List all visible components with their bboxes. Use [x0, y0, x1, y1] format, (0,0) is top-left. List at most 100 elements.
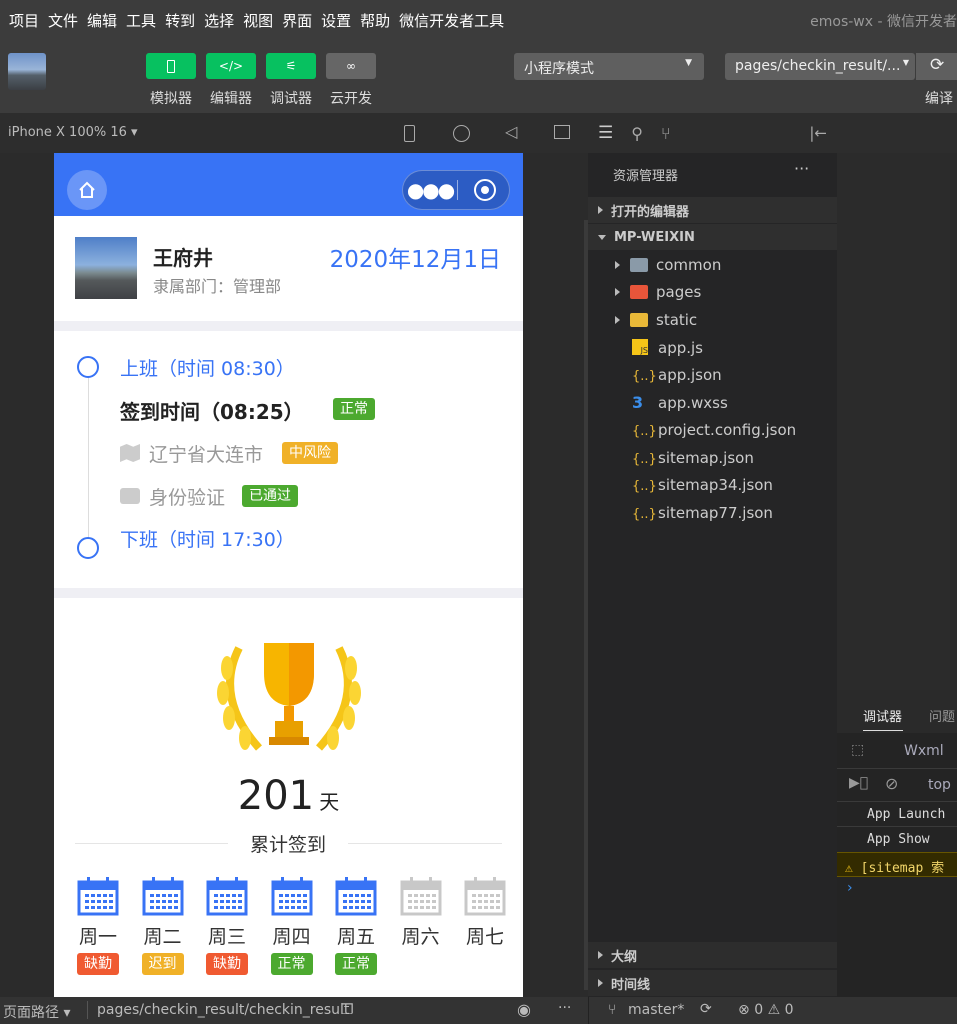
editor-button[interactable]: </>: [206, 53, 256, 79]
more-icon[interactable]: ···: [558, 1000, 571, 1016]
tab-wxml[interactable]: Wxml: [904, 743, 944, 759]
search-icon[interactable]: ⚲: [631, 124, 643, 143]
active-tab-underline: [863, 730, 903, 731]
file-name: sitemap.json: [658, 448, 754, 467]
project-avatar[interactable]: [8, 53, 46, 90]
tree-file[interactable]: {..} sitemap77.json: [588, 499, 837, 526]
git-branch-icon[interactable]: ⑂: [661, 124, 671, 143]
menu-project[interactable]: 项目: [9, 10, 39, 31]
weekday-5: 周五 正常: [331, 876, 381, 975]
menu-edit[interactable]: 编辑: [87, 10, 117, 31]
activity-bar: ☰ ⚲ ⑂ |←: [588, 113, 837, 153]
days-count: 201: [237, 773, 315, 819]
compile-button[interactable]: ⟳: [916, 53, 957, 80]
page-value: pages/checkin_result/...: [735, 58, 901, 74]
timeline-section[interactable]: 时间线: [588, 970, 837, 996]
record-icon[interactable]: [453, 125, 470, 142]
outline-section[interactable]: 大纲: [588, 942, 837, 968]
weekday-6: 周六: [396, 876, 446, 949]
menu-settings[interactable]: 设置: [321, 10, 351, 31]
weekday-3: 周三 缺勤: [202, 876, 252, 975]
cloud-button[interactable]: ∞: [326, 53, 376, 79]
page-path-select[interactable]: 页面路径 ▾: [3, 1002, 70, 1022]
console-warning: ⚠ [sitemap 索: [837, 852, 957, 877]
mode-value: 小程序模式: [524, 61, 594, 77]
context-select[interactable]: top: [928, 777, 951, 793]
close-miniprogram-icon[interactable]: [474, 179, 496, 201]
json-icon: {..}: [632, 424, 657, 439]
summary-card: 201 天 累计签到 周一 缺勤 周二 迟到 周三 缺勤 周四 正常 周五 正常…: [54, 598, 523, 997]
mode-select[interactable]: 小程序模式 ▼: [514, 53, 704, 80]
timeline-line: [88, 367, 89, 547]
clock-icon: [77, 537, 99, 559]
tree-file[interactable]: {..} project.config.json: [588, 417, 837, 444]
tree-file[interactable]: {..} sitemap.json: [588, 444, 837, 471]
phone-icon[interactable]: [404, 125, 415, 142]
menu-tools[interactable]: 工具: [126, 10, 156, 31]
tree-folder-static[interactable]: static: [588, 306, 837, 333]
weekday-label: 周二: [143, 926, 182, 948]
menu-view[interactable]: 视图: [243, 10, 273, 31]
menu-wechat-devtools[interactable]: 微信开发者工具: [399, 10, 504, 31]
collapse-panel-icon[interactable]: |←: [809, 124, 827, 142]
multi-window-icon[interactable]: [554, 125, 570, 139]
nav-bar: ●●●: [54, 153, 523, 216]
menu-goto[interactable]: 转到: [165, 10, 195, 31]
section-label: 时间线: [611, 977, 651, 993]
copy-icon[interactable]: ❐: [341, 1002, 354, 1018]
menu-select[interactable]: 选择: [204, 10, 234, 31]
home-button[interactable]: [67, 170, 107, 210]
tree-file[interactable]: 3 app.wxss: [588, 389, 837, 416]
clear-console-icon[interactable]: ⊘: [885, 774, 898, 793]
tree-file[interactable]: JS app.js: [588, 334, 837, 361]
list-icon[interactable]: ☰: [598, 123, 613, 143]
page-select[interactable]: pages/checkin_result/... ▼: [725, 53, 915, 80]
open-editors-section[interactable]: 打开的编辑器: [588, 197, 837, 223]
menu-file[interactable]: 文件: [48, 10, 78, 31]
compile-label: 编译: [925, 91, 953, 107]
eye-icon[interactable]: ◉: [517, 1000, 531, 1019]
menu-help[interactable]: 帮助: [360, 10, 390, 31]
risk-badge: 中风险: [282, 442, 338, 464]
inspect-icon[interactable]: ⬚: [851, 742, 864, 758]
days-unit: 天: [319, 790, 340, 814]
home-icon: [79, 181, 95, 198]
weekday-1: 周一 缺勤: [73, 876, 123, 975]
folder-icon: [630, 285, 648, 299]
sidebar-toggle-icon[interactable]: ▶⃞: [849, 775, 868, 791]
page-path-label: 页面路径: [3, 1005, 59, 1021]
chevron-down-icon: ▼: [902, 58, 909, 67]
simulator-button[interactable]: [146, 53, 196, 79]
console-prompt[interactable]: ›: [837, 877, 957, 896]
calendar-icon: [271, 877, 312, 916]
device-select[interactable]: iPhone X 100% 16 ▾: [8, 125, 138, 140]
folder-name: static: [656, 310, 698, 329]
chevron-right-icon: [615, 260, 620, 269]
tree-file[interactable]: {..} app.json: [588, 362, 837, 389]
day-status-badge: 正常: [335, 953, 377, 975]
device-value: iPhone X 100% 16: [8, 125, 127, 140]
speaker-icon[interactable]: ◁: [505, 122, 517, 141]
sync-icon[interactable]: ⟳: [700, 1001, 712, 1017]
console-log: App Show: [867, 832, 930, 847]
weekday-4: 周四 正常: [267, 876, 317, 975]
tree-file[interactable]: {..} sitemap34.json: [588, 472, 837, 499]
errors-indicator[interactable]: ⊗ 0 ⚠ 0: [738, 1002, 794, 1018]
menu-interface[interactable]: 界面: [282, 10, 312, 31]
debugger-button[interactable]: ⚟: [266, 53, 316, 79]
project-section[interactable]: MP-WEIXIN: [588, 224, 837, 250]
more-icon[interactable]: ···: [794, 159, 809, 178]
tree-folder-common[interactable]: common: [588, 251, 837, 278]
status-bar: 页面路径 ▾ pages/checkin_result/checkin_resu…: [0, 997, 957, 1024]
divider: [588, 997, 589, 1024]
week-row: 周一 缺勤 周二 迟到 周三 缺勤 周四 正常 周五 正常 周六 周七: [73, 876, 513, 986]
tree-folder-pages[interactable]: pages: [588, 279, 837, 306]
tab-issues[interactable]: 问题: [929, 706, 955, 725]
branch-name[interactable]: master*: [628, 1002, 684, 1018]
warning-count: 0: [784, 1002, 794, 1018]
weekday-7: 周七: [460, 876, 510, 949]
capsule-divider: [457, 180, 458, 200]
explorer-title: 资源管理器: [613, 169, 679, 184]
tab-debugger[interactable]: 调试器: [863, 706, 902, 725]
more-icon[interactable]: ●●●: [403, 180, 457, 200]
